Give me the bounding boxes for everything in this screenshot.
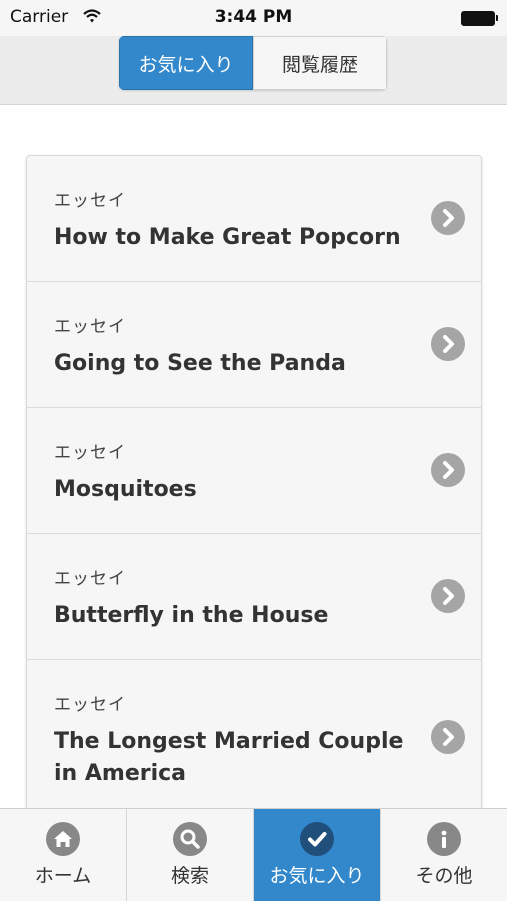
tab-bar: ホーム 検索 お気に入り その他 <box>0 808 507 901</box>
item-category: エッセイ <box>54 317 126 337</box>
tab-other[interactable]: その他 <box>381 809 507 901</box>
list-item[interactable]: エッセイ Butterfly in the House <box>27 534 481 660</box>
segmented-control: お気に入り 閲覧履歴 <box>119 36 387 90</box>
favorites-list: エッセイ How to Make Great Popcorn エッセイ Goin… <box>26 155 482 817</box>
list-item[interactable]: エッセイ How to Make Great Popcorn <box>27 156 481 282</box>
item-category: エッセイ <box>54 443 126 463</box>
tab-label: その他 <box>415 865 473 887</box>
item-title: Butterfly in the House <box>54 603 329 628</box>
chevron-right-icon <box>431 327 465 361</box>
home-icon <box>46 822 80 856</box>
tab-label: お気に入り <box>269 865 365 887</box>
tab-label: ホーム <box>34 865 92 887</box>
item-category: エッセイ <box>54 695 126 715</box>
tab-label: 検索 <box>170 865 209 887</box>
status-bar: Carrier 3:44 PM <box>0 0 507 36</box>
item-title: How to Make Great Popcorn <box>54 225 401 250</box>
segment-history[interactable]: 閲覧履歴 <box>253 36 387 90</box>
clock: 3:44 PM <box>214 7 293 27</box>
item-title: Going to See the Panda <box>54 351 346 376</box>
tab-favorites[interactable]: お気に入り <box>254 809 381 901</box>
list-item[interactable]: エッセイ Going to See the Panda <box>27 282 481 408</box>
chevron-right-icon <box>431 720 465 754</box>
info-icon <box>427 822 461 856</box>
chevron-right-icon <box>431 453 465 487</box>
chevron-right-icon <box>431 201 465 235</box>
list-item[interactable]: エッセイ Mosquitoes <box>27 408 481 534</box>
chevron-right-icon <box>431 579 465 613</box>
tab-home[interactable]: ホーム <box>0 809 127 901</box>
tab-search[interactable]: 検索 <box>127 809 254 901</box>
list-item[interactable]: エッセイ The Longest Married Couple in Ameri… <box>27 660 481 816</box>
segment-favorites[interactable]: お気に入り <box>119 36 253 90</box>
check-icon <box>300 822 334 856</box>
search-icon <box>173 822 207 856</box>
header-bar: お気に入り 閲覧履歴 <box>0 36 507 105</box>
item-category: エッセイ <box>54 569 126 589</box>
battery-icon <box>461 11 498 26</box>
item-title: Mosquitoes <box>54 477 197 502</box>
item-category: エッセイ <box>54 191 126 211</box>
item-title: The Longest Married Couple in America <box>54 729 404 786</box>
